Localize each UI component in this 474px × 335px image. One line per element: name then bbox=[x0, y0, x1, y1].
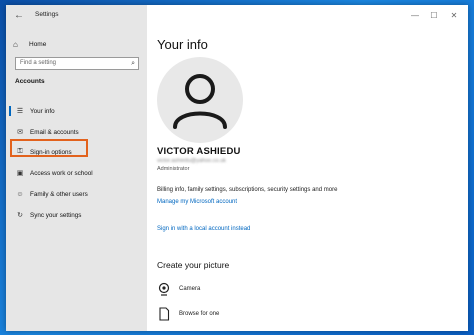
sidebar-item-your-info[interactable]: ☰ Your info bbox=[6, 104, 147, 118]
people-icon: ☺ bbox=[16, 190, 24, 198]
sidebar-item-family-users[interactable]: ☺ Family & other users bbox=[6, 187, 147, 201]
user-name: VICTOR ASHIEDU bbox=[157, 146, 241, 157]
person-card-icon: ☰ bbox=[16, 108, 24, 115]
close-button[interactable]: ✕ bbox=[447, 9, 461, 23]
minimize-button[interactable]: — bbox=[408, 9, 422, 23]
maximize-button[interactable]: ☐ bbox=[427, 9, 441, 23]
active-indicator bbox=[9, 106, 11, 116]
sidebar-item-label: Access work or school bbox=[30, 169, 93, 177]
sidebar-item-access-work-school[interactable]: ▣ Access work or school bbox=[6, 166, 147, 180]
camera-icon bbox=[157, 282, 171, 296]
camera-option[interactable]: Camera bbox=[157, 281, 200, 297]
create-picture-heading: Create your picture bbox=[157, 260, 230, 270]
user-role: Administrator bbox=[157, 166, 190, 172]
person-icon bbox=[173, 74, 227, 129]
sidebar: ⌂ Home Find a setting ⌕ Accounts ☰ Your … bbox=[6, 27, 147, 331]
manage-account-link[interactable]: Manage my Microsoft account bbox=[157, 199, 237, 205]
mail-icon: ✉ bbox=[17, 129, 23, 136]
camera-option-label: Camera bbox=[179, 286, 201, 292]
sync-icon: ↻ bbox=[17, 212, 23, 219]
nav-home[interactable]: ⌂ Home bbox=[13, 37, 46, 51]
title-bar: ← Settings — ☐ ✕ bbox=[6, 5, 468, 27]
highlight-outline bbox=[10, 139, 88, 157]
browse-option[interactable]: Browse for one bbox=[157, 306, 219, 322]
app-title: Settings bbox=[35, 11, 59, 18]
briefcase-icon: ▣ bbox=[16, 170, 24, 177]
back-arrow-icon[interactable]: ← bbox=[12, 9, 26, 23]
nav-home-label: Home bbox=[29, 40, 47, 48]
search-icon: ⌕ bbox=[131, 60, 135, 67]
user-email: victor.ashiedu@yahoo.co.uk bbox=[157, 158, 226, 164]
avatar bbox=[157, 57, 243, 143]
search-placeholder: Find a setting bbox=[20, 60, 57, 66]
sidebar-section-label: Accounts bbox=[15, 78, 45, 85]
main-content: Your info VICTOR ASHIEDU victor.ashiedu@… bbox=[147, 27, 468, 331]
document-icon bbox=[157, 307, 171, 321]
sidebar-item-label: Family & other users bbox=[30, 190, 88, 198]
browse-option-label: Browse for one bbox=[179, 311, 220, 317]
local-account-link[interactable]: Sign in with a local account instead bbox=[157, 226, 250, 232]
billing-description: Billing info, family settings, subscript… bbox=[157, 187, 338, 193]
sidebar-item-email-accounts[interactable]: ✉ Email & accounts bbox=[6, 125, 147, 139]
search-input[interactable]: Find a setting ⌕ bbox=[15, 57, 139, 70]
sidebar-item-label: Sync your settings bbox=[30, 211, 82, 219]
sidebar-item-sync-settings[interactable]: ↻ Sync your settings bbox=[6, 208, 147, 222]
sidebar-item-label: Your info bbox=[30, 107, 55, 115]
page-title: Your info bbox=[157, 37, 208, 52]
settings-window: ← Settings — ☐ ✕ ⌂ Home Find a setting ⌕… bbox=[6, 5, 468, 331]
sidebar-item-label: Email & accounts bbox=[30, 128, 79, 136]
title-bar-left bbox=[6, 5, 147, 27]
home-icon: ⌂ bbox=[13, 39, 18, 49]
